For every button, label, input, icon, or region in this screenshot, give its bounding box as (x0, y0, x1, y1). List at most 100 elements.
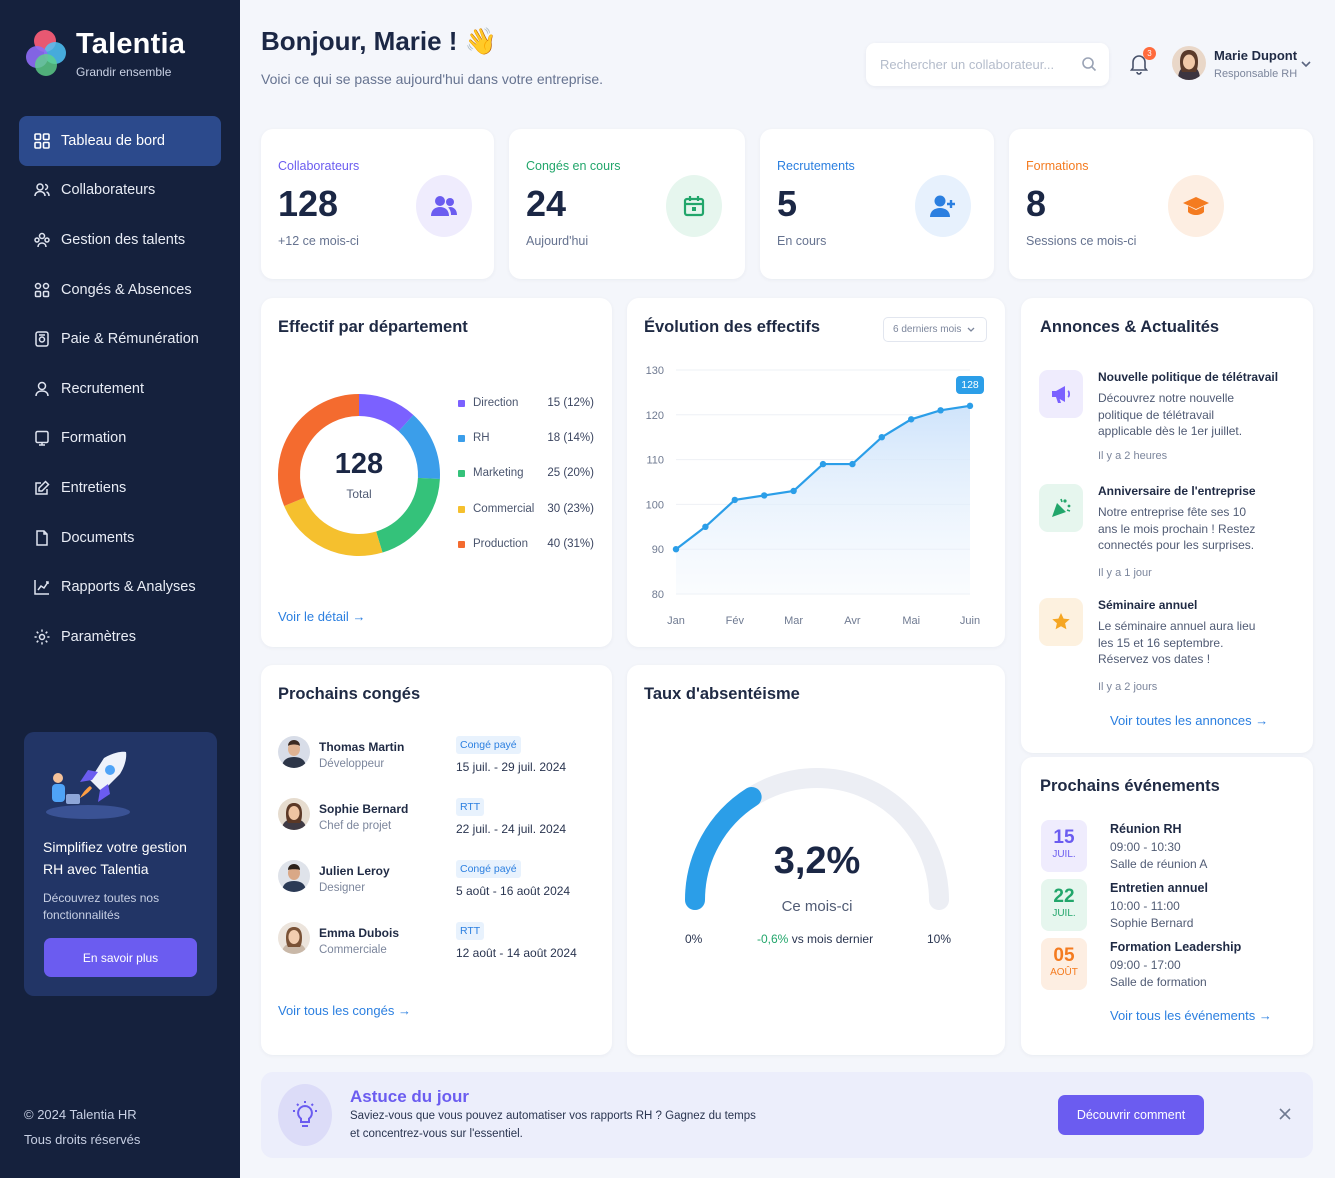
data-point[interactable] (761, 492, 768, 499)
discover-button[interactable]: Découvrir comment (1058, 1095, 1204, 1135)
employee-role: Designer (319, 882, 366, 894)
data-point[interactable] (819, 460, 827, 468)
view-detail-link[interactable]: Voir le détail → (278, 609, 365, 624)
learn-more-button[interactable]: En savoir plus (44, 938, 197, 977)
data-point[interactable] (672, 546, 680, 553)
leave-row[interactable]: Emma Dubois Commerciale RTT 12 août - 14… (278, 922, 598, 972)
data-point[interactable] (702, 523, 709, 530)
y-tick-label: 120 (646, 410, 664, 422)
event-place: Sophie Bernard (1110, 916, 1194, 930)
stat-card-recrutements[interactable]: Recrutements 5 En cours (760, 129, 994, 279)
search-input[interactable]: Rechercher un collaborateur... (866, 43, 1109, 86)
data-point[interactable] (908, 416, 915, 423)
news-time: Il y a 1 jour (1098, 567, 1152, 579)
event-date-badge: 22 JUIL. (1041, 879, 1087, 931)
stat-card-conges[interactable]: Congés en cours 24 Aujourd'hui (509, 129, 745, 279)
view-all-news-link[interactable]: Voir toutes les annonces → (1110, 713, 1268, 728)
sidebar-item-rapports[interactable]: Rapports & Analyses (19, 562, 221, 612)
promo-title: Simplifiez votre gestion RH avec Talenti… (43, 839, 187, 877)
card-title: Prochains congés (278, 685, 421, 703)
sidebar-item-documents[interactable]: Documents (19, 513, 221, 563)
period-select[interactable]: 6 derniers mois (883, 317, 987, 342)
data-point[interactable] (878, 434, 885, 441)
card-title: Taux d'absentéisme (644, 685, 800, 703)
news-item[interactable]: Nouvelle politique de télétravail Découv… (1039, 370, 1299, 470)
stat-sub: Aujourd'hui (526, 234, 589, 248)
sidebar-item-conges[interactable]: Congés & Absences (19, 265, 221, 315)
event-title: Formation Leadership (1110, 940, 1242, 954)
sidebar-item-collaborateurs[interactable]: Collaborateurs (19, 166, 221, 216)
employee-role: Chef de projet (319, 820, 392, 832)
star-icon (1039, 598, 1083, 646)
stat-value: 8 (1026, 183, 1047, 224)
event-month: AOÛT (1050, 967, 1078, 978)
data-point[interactable] (849, 460, 856, 468)
news-item[interactable]: Anniversaire de l'entreprise Notre entre… (1039, 484, 1299, 584)
absence-card: Taux d'absentéisme 3,2% Ce mois-ci 0% 10… (627, 665, 1005, 1055)
sidebar-item-label: Congés & Absences (61, 281, 192, 298)
gear-icon (34, 629, 50, 645)
chevron-down-icon[interactable] (1300, 60, 1312, 68)
sidebar-item-dashboard[interactable]: Tableau de bord (19, 116, 221, 166)
stat-card-formations[interactable]: Formations 8 Sessions ce mois-ci (1009, 129, 1313, 279)
sidebar-item-talents[interactable]: Gestion des talents (19, 215, 221, 265)
view-all-events-link[interactable]: Voir tous les événements → (1110, 1008, 1272, 1023)
data-point[interactable] (937, 407, 944, 414)
last-value-label: 128 (956, 375, 984, 394)
view-all-leaves-link[interactable]: Voir tous les congés → (278, 1003, 411, 1018)
evolution-line-chart: 80 90 100 110 120 130 Jan Fév Mar Avr Mai Juin (646, 365, 980, 627)
sidebar-item-recrutement[interactable]: Recrutement (19, 364, 221, 414)
donut-slice-rh[interactable] (398, 414, 440, 479)
legend-label: Production (473, 538, 528, 550)
document-icon (36, 529, 48, 546)
leave-dates: 5 août - 16 août 2024 (456, 884, 571, 898)
legend-label: Direction (473, 397, 519, 409)
talents-icon (34, 232, 50, 248)
donut-slice-direction[interactable] (358, 394, 414, 432)
legend-item: Production 40 (31%) (458, 538, 594, 550)
avatar (278, 798, 310, 830)
event-item[interactable]: 05 AOÛT Formation Leadership 09:00 - 17:0… (1041, 938, 1301, 993)
notification-badge: 3 (1143, 47, 1156, 60)
stat-card-collaborateurs[interactable]: Collaborateurs 128 +12 ce mois-ci (261, 129, 494, 279)
donut-slice-commercial[interactable] (284, 497, 383, 556)
event-title: Réunion RH (1110, 822, 1182, 836)
sidebar-item-label: Rapports & Analyses (61, 579, 196, 596)
delta-text: vs mois dernier (791, 932, 874, 946)
logo[interactable]: Talentia Grandir ensemble (24, 28, 185, 80)
news-item[interactable]: Séminaire annuel Le séminaire annuel aur… (1039, 598, 1299, 698)
data-point[interactable] (790, 487, 797, 495)
data-point[interactable] (731, 496, 738, 504)
lightbulb-icon (278, 1084, 332, 1146)
sidebar-item-parametres[interactable]: Paramètres (19, 612, 221, 662)
event-item[interactable]: 22 JUIL. Entretien annuel 10:00 - 11:00 S… (1041, 879, 1301, 934)
user-name[interactable]: Marie Dupont (1214, 48, 1297, 63)
stat-label: Congés en cours (526, 159, 621, 173)
news-time: Il y a 2 heures (1098, 450, 1168, 462)
leave-row[interactable]: Thomas Martin Développeur Congé payé 15 … (278, 736, 598, 786)
sidebar-item-paie[interactable]: Paie & Rémunération (19, 314, 221, 364)
tip-line-1: Saviez-vous que vous pouvez automatiser … (350, 1110, 756, 1122)
sidebar-item-label: Paramètres (61, 628, 136, 645)
arrow-right-icon: → (1255, 713, 1269, 728)
leave-row[interactable]: Sophie Bernard Chef de projet RTT 22 jui… (278, 798, 598, 848)
gauge-max-label: 10% (927, 932, 952, 946)
grid-icon (34, 132, 50, 149)
users-icon (416, 175, 472, 237)
data-point[interactable] (966, 402, 974, 410)
leave-row[interactable]: Julien Leroy Designer Congé payé 5 août … (278, 860, 598, 910)
sidebar-item-entretiens[interactable]: Entretiens (19, 463, 221, 513)
legend-value: 25 (20%) (547, 467, 594, 479)
news-text: Découvrez notre nouvelle politique de té… (1098, 391, 1243, 438)
event-item[interactable]: 15 JUIL. Réunion RH 09:00 - 10:30 Salle d… (1041, 820, 1301, 875)
close-icon[interactable] (1279, 1108, 1291, 1120)
tip-banner: Astuce du jour Saviez-vous que vous pouv… (261, 1072, 1313, 1158)
event-month: JUIL. (1052, 849, 1076, 860)
news-title: Séminaire annuel (1098, 598, 1198, 612)
stat-sub: +12 ce mois-ci (278, 234, 359, 248)
y-tick-label: 130 (646, 365, 664, 377)
avatar[interactable] (1172, 46, 1206, 80)
card-title: Annonces & Actualités (1040, 318, 1220, 336)
sidebar: Talentia Grandir ensemble Tableau de bor… (0, 0, 240, 1178)
sidebar-item-formation[interactable]: Formation (19, 414, 221, 464)
